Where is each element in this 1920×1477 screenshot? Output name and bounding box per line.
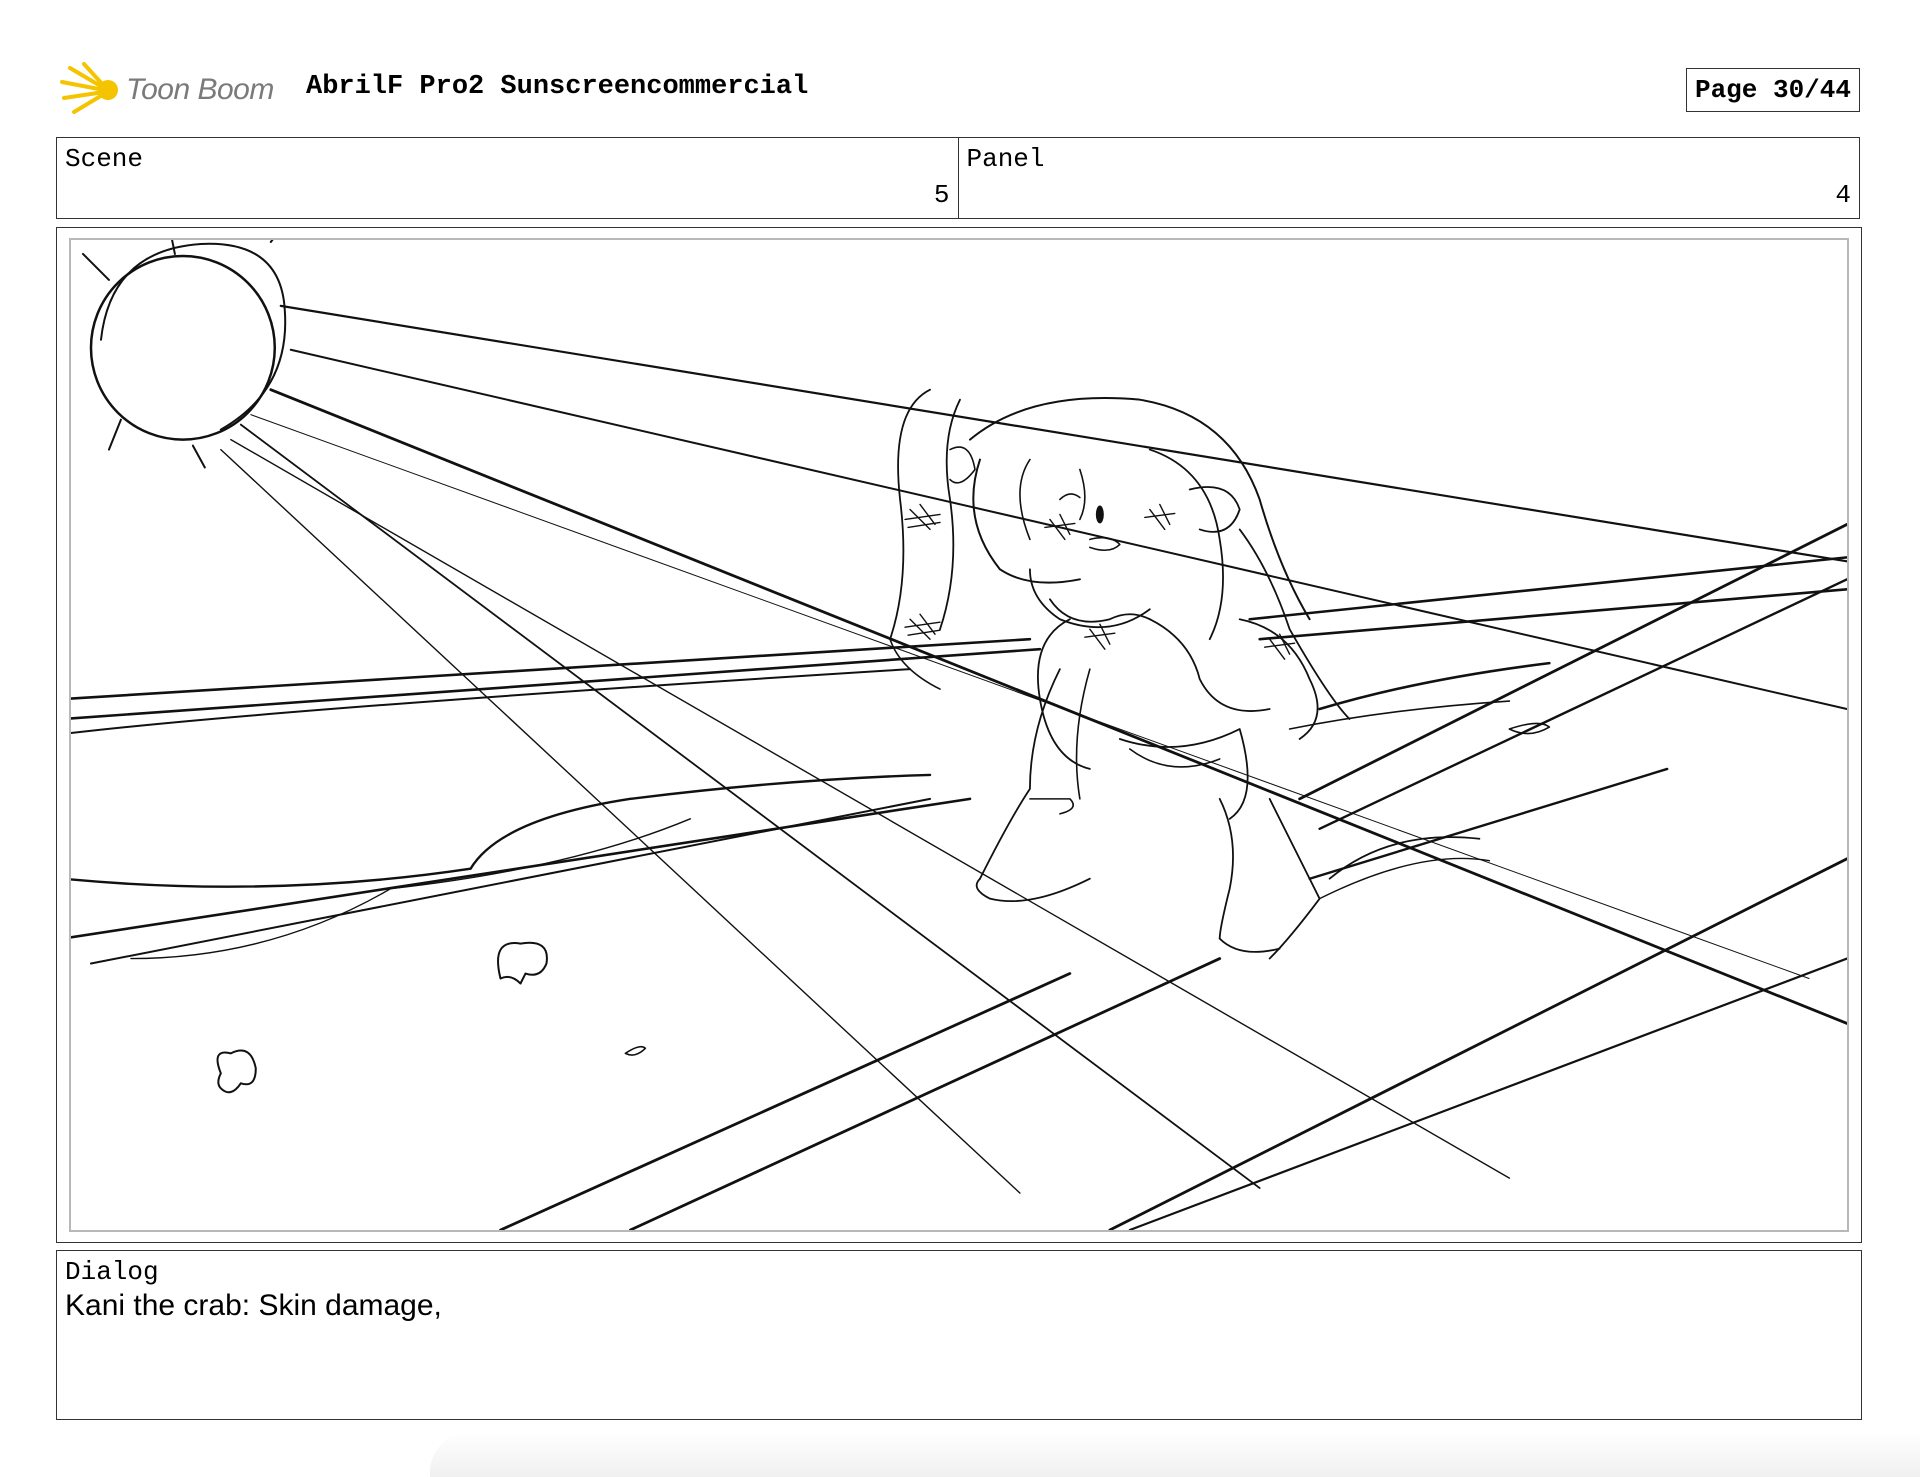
dialog-label: Dialog	[65, 1257, 159, 1287]
starburst-logo-icon	[60, 62, 118, 114]
scene-label: Scene	[65, 144, 144, 174]
scene-cell: Scene 5	[57, 138, 958, 218]
page-header: Toon Boom AbrilF Pro2 Sunscreencommercia…	[56, 58, 1860, 122]
toon-boom-logo: Toon Boom	[60, 62, 290, 118]
scene-number: 5	[933, 180, 950, 210]
storyboard-panel	[56, 227, 1862, 1243]
logo-text: Toon Boom	[126, 73, 274, 106]
dialog-box: Dialog Kani the crab: Skin damage,	[56, 1250, 1862, 1420]
storyboard-sketch-image	[71, 240, 1847, 1230]
page-shadow	[430, 1432, 1920, 1477]
panel-label: Panel	[966, 144, 1045, 174]
panel-cell: Panel 4	[957, 138, 1860, 218]
project-title: AbrilF Pro2 Sunscreencommercial	[306, 72, 809, 102]
panel-frame	[69, 238, 1849, 1232]
scene-panel-row: Scene 5 Panel 4	[56, 137, 1860, 219]
panel-number: 4	[1835, 180, 1851, 210]
dialog-text: Kani the crab: Skin damage,	[65, 1289, 442, 1322]
page-indicator: Page 30/44	[1685, 68, 1860, 112]
